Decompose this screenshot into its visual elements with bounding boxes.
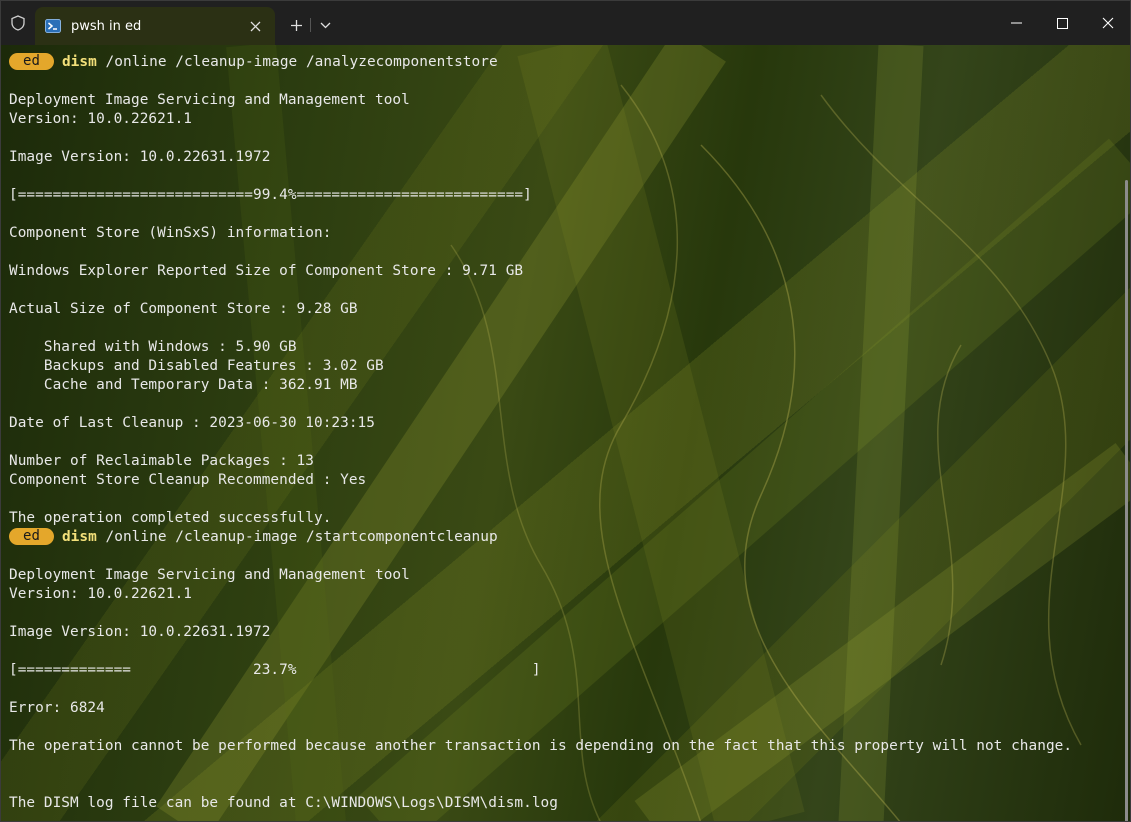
output-line: Deployment Image Servicing and Managemen… [9,92,410,108]
close-tab-icon[interactable] [245,16,265,36]
maximize-button[interactable] [1039,1,1085,45]
prompt-line: ed dism /online /cleanup-image /analyzeco… [9,53,1072,72]
title-bar: pwsh in ed [1,1,1130,45]
log-line: The DISM log file can be found at C:\WIN… [9,795,558,811]
output-line: Date of Last Cleanup : 2023-06-30 10:23:… [9,415,375,431]
new-tab-button[interactable] [285,14,307,36]
progress-line: [===========================99.4%=======… [9,187,532,203]
error-message-line: The operation cannot be performed becaus… [9,738,1073,754]
terminal-pane[interactable]: ed dism /online /cleanup-image /analyzeco… [1,45,1130,821]
tab-separator [310,18,311,32]
minimize-button[interactable] [993,1,1039,45]
error-line: Error: 6824 [9,700,105,716]
output-line: Component Store (WinSxS) information: [9,225,332,241]
powershell-icon [45,18,61,34]
scrollbar[interactable] [1125,180,1128,821]
command-args: /online /cleanup-image /analyzecomponent… [96,54,498,70]
terminal-window: pwsh in ed ed dism /online /cleanup-imag… [0,0,1131,822]
output-line: Image Version: 10.0.22631.1972 [9,624,271,640]
output-line: Number of Reclaimable Packages : 13 [9,453,314,469]
close-window-button[interactable] [1085,1,1130,45]
shield-icon[interactable] [1,1,35,45]
output-line: Cache and Temporary Data : 362.91 MB [9,377,358,393]
output-line: Component Store Cleanup Recommended : Ye… [9,472,367,488]
command-name: dism [61,54,97,70]
progress-line: [============= 23.7% ] [9,662,541,678]
output-line: Windows Explorer Reported Size of Compon… [9,263,524,279]
command-args: /online /cleanup-image /startcomponentcl… [96,529,498,545]
output-line: Image Version: 10.0.22631.1972 [9,149,271,165]
prompt-badge: ed [9,528,54,545]
prompt-line: ed dism /online /cleanup-image /startcomp… [9,528,1072,547]
output-line: Shared with Windows : 5.90 GB [9,339,297,355]
chevron-down-icon[interactable] [314,14,336,36]
output-line: Version: 10.0.22621.1 [9,111,192,127]
tab-pwsh[interactable]: pwsh in ed [35,7,275,45]
prompt-badge: ed [9,53,54,70]
output-line: Version: 10.0.22621.1 [9,586,192,602]
output-line: Deployment Image Servicing and Managemen… [9,567,410,583]
tab-title: pwsh in ed [71,18,142,34]
output-line: The operation completed successfully. [9,510,332,526]
output-line: Actual Size of Component Store : 9.28 GB [9,301,358,317]
command-name: dism [61,529,97,545]
terminal-output: ed dism /online /cleanup-image /analyzeco… [9,53,1072,813]
output-line: Backups and Disabled Features : 3.02 GB [9,358,384,374]
